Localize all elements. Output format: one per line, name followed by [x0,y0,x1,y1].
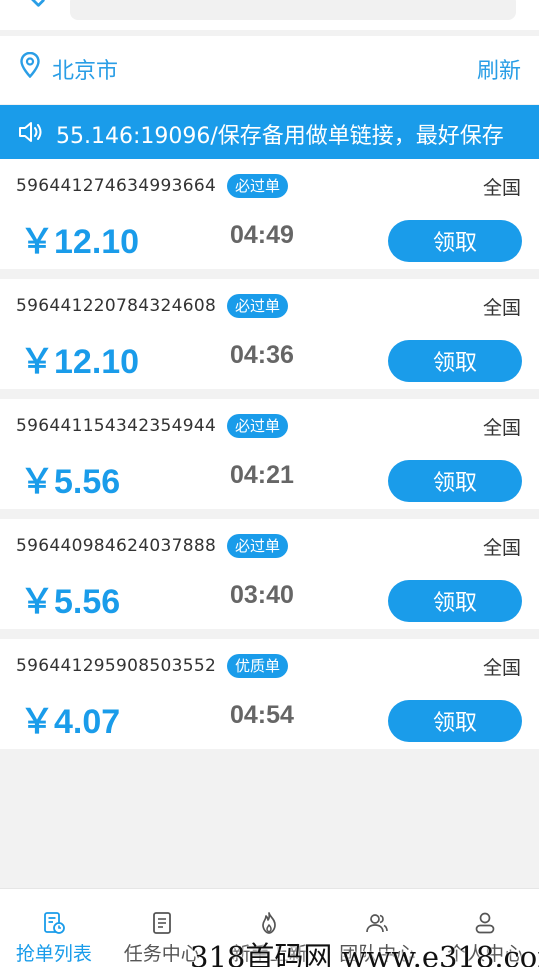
team-icon [366,914,389,933]
notice-text: 55.146:19096/保存备用做单链接，最好保存 [56,124,504,149]
order-card: 596440984624037888 必过单 全国 ￥5.56 03:40 领取 [0,519,539,629]
speaker-icon [19,122,42,142]
document-icon [152,912,171,934]
claim-button[interactable]: 领取 [388,460,522,502]
order-id: 596441154342354944 [16,416,217,436]
location-bar: 北京市 刷新 [0,36,539,104]
claim-button[interactable]: 领取 [388,700,522,742]
order-countdown: 04:54 [230,701,294,729]
order-price: ￥4.07 [20,703,121,741]
order-price: ￥12.10 [20,343,140,381]
order-id: 596441220784324608 [16,296,217,316]
order-card: 596441295908503552 优质单 全国 ￥4.07 04:54 领取 [0,639,539,749]
order-type-badge: 优质单 [227,654,289,678]
order-region: 全国 [482,177,521,199]
order-countdown: 04:49 [230,221,294,249]
order-id: 596440984624037888 [16,536,217,556]
tab-order-list[interactable]: 抢单列表 [0,889,108,967]
order-type-badge: 必过单 [227,174,289,198]
watermark: 318首码网 www.e318.com [190,940,539,967]
claim-button[interactable]: 领取 [388,340,522,382]
notice-bar: 55.146:19096/保存备用做单链接，最好保存 [0,105,539,159]
order-price: ￥5.56 [20,583,121,621]
order-card: 596441274634993664 必过单 全国 ￥12.10 04:49 领… [0,159,539,269]
order-price: ￥12.10 [20,223,140,261]
order-id: 596441295908503552 [16,656,217,676]
order-region: 全国 [482,657,521,679]
location-pin-icon [20,52,40,78]
order-list: 596441274634993664 必过单 全国 ￥12.10 04:49 领… [0,159,539,759]
order-card: 596441154342354944 必过单 全国 ￥5.56 04:21 领取 [0,399,539,509]
city-name[interactable]: 北京市 [52,53,118,85]
claim-button[interactable]: 领取 [388,220,522,262]
order-countdown: 04:21 [230,461,294,489]
tab-label: 抢单列表 [15,943,92,965]
search-input[interactable] [70,0,516,20]
order-price: ￥5.56 [20,463,121,501]
order-id: 596441274634993664 [16,176,217,196]
claim-button[interactable]: 领取 [388,580,522,622]
order-region: 全国 [482,537,521,559]
top-bar [0,0,539,30]
refresh-button[interactable]: 刷新 [477,53,521,85]
order-region: 全国 [482,297,521,319]
order-card: 596441220784324608 必过单 全国 ￥12.10 04:36 领… [0,279,539,389]
flame-icon [262,912,277,934]
order-type-badge: 必过单 [227,294,289,318]
order-type-badge: 必过单 [227,414,289,438]
order-countdown: 04:36 [230,341,294,369]
order-region: 全国 [482,417,521,439]
order-countdown: 03:40 [230,581,294,609]
order-list-icon [43,912,65,934]
back-icon[interactable] [28,0,46,8]
order-type-badge: 必过单 [227,534,289,558]
user-icon [475,912,495,934]
